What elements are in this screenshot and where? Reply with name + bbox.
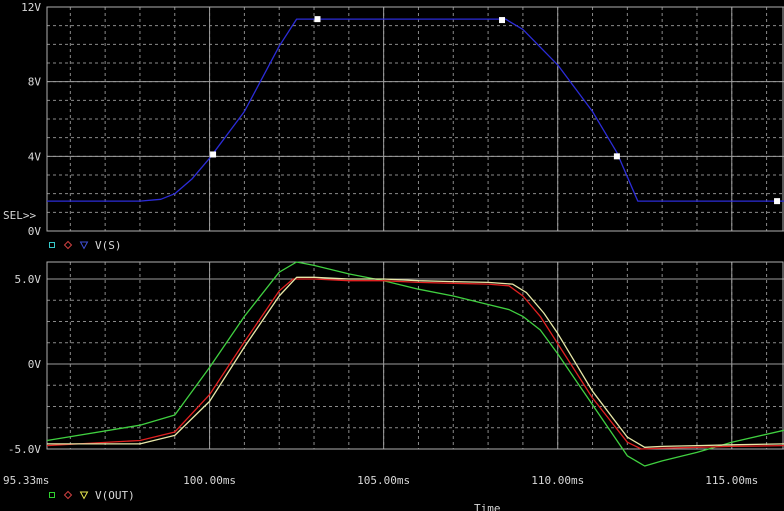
waveform-plot[interactable]: 0V 4V 8V 12V SEL>> V(S) -5.0V 0V 5.0V 95.33ms… <box>0 0 784 511</box>
bottom-y-tick-label: -5.0V <box>8 443 41 456</box>
bottom-legend-label[interactable]: V(OUT) <box>95 489 135 502</box>
top-y-tick-label: 0V <box>28 225 42 238</box>
top-y-tick-label: 8V <box>28 76 42 89</box>
top-data-marker <box>499 17 506 24</box>
x-tick-label: 100.00ms <box>183 474 236 487</box>
top-data-marker <box>314 16 321 23</box>
plot-background <box>0 0 784 511</box>
sel-indicator[interactable]: SEL>> <box>3 209 36 222</box>
bottom-y-tick-label: 5.0V <box>15 273 42 286</box>
top-legend-label[interactable]: V(S) <box>95 239 122 252</box>
top-data-marker <box>613 153 620 160</box>
x-tick-label: 105.00ms <box>357 474 410 487</box>
x-start-label: 95.33ms <box>3 474 49 487</box>
top-data-marker <box>774 198 781 205</box>
x-tick-label: 110.00ms <box>531 474 584 487</box>
top-y-tick-label: 12V <box>21 1 41 14</box>
top-data-marker <box>210 151 217 158</box>
top-y-tick-label: 4V <box>28 150 42 163</box>
bottom-y-tick-label: 0V <box>28 358 42 371</box>
x-tick-label: 115.00ms <box>705 474 758 487</box>
x-axis-label: Time <box>474 502 501 511</box>
